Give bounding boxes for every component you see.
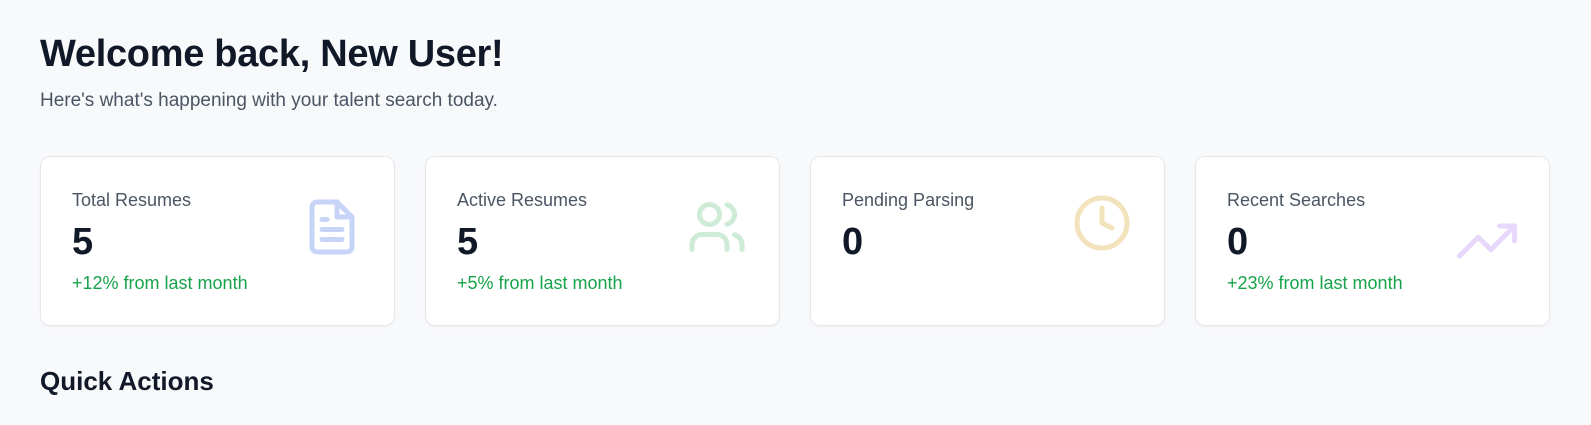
page-title: Welcome back, New User! (40, 33, 504, 75)
clock-icon (1072, 193, 1132, 253)
stat-label: Recent Searches (1227, 190, 1366, 210)
stats-cards: Total Resumes 5 +12% from last month Act… (40, 156, 1550, 326)
stat-value: 0 (842, 221, 864, 263)
trending-up-icon (1457, 211, 1517, 271)
stat-change: +23% from last month (1227, 273, 1403, 293)
stat-value: 5 (457, 221, 479, 263)
stat-label: Active Resumes (457, 190, 588, 210)
stat-value: 0 (1227, 221, 1249, 263)
stat-card-recent-searches: Recent Searches 0 +23% from last month (1195, 156, 1550, 326)
stat-change: +5% from last month (457, 273, 623, 293)
stat-card-pending-parsing: Pending Parsing 0 (810, 156, 1165, 326)
page-subtitle: Here's what's happening with your talent… (40, 90, 498, 111)
stat-value: 5 (72, 221, 94, 263)
stat-label: Pending Parsing (842, 190, 975, 210)
stat-card-total-resumes: Total Resumes 5 +12% from last month (40, 156, 395, 326)
users-icon (687, 197, 747, 257)
document-icon (302, 197, 362, 257)
stat-change: +12% from last month (72, 273, 248, 293)
quick-actions-title: Quick Actions (40, 366, 214, 396)
stat-label: Total Resumes (72, 190, 192, 210)
stat-card-active-resumes: Active Resumes 5 +5% from last month (425, 156, 780, 326)
